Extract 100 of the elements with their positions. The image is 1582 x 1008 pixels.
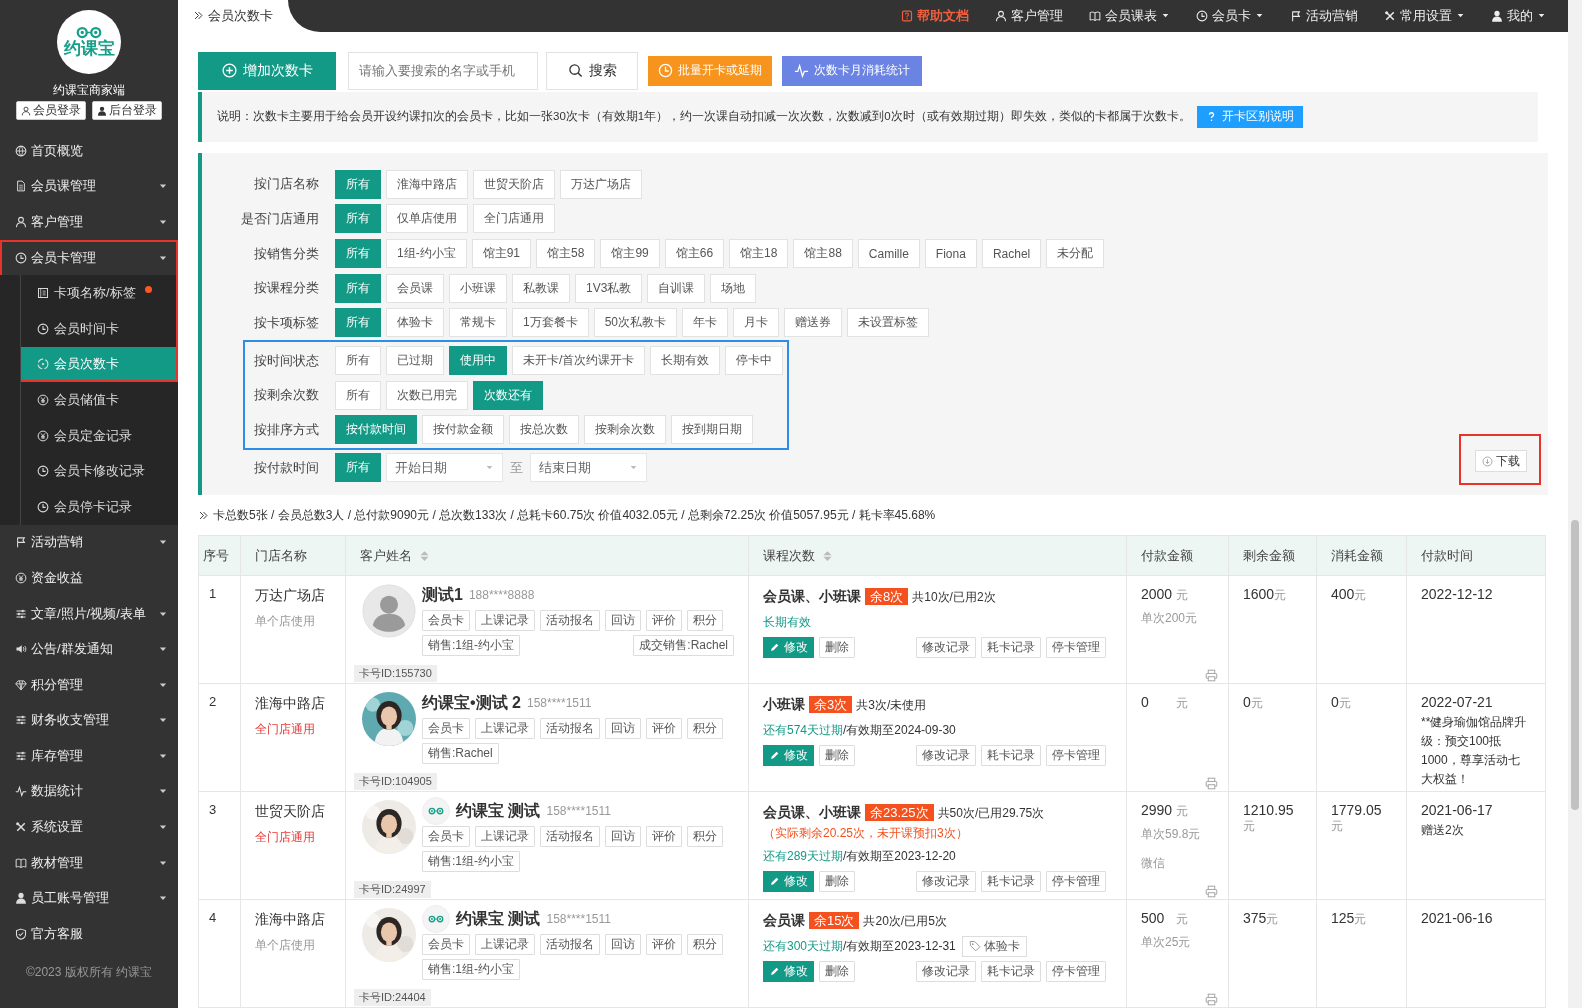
customer-action-button[interactable]: 评价 (646, 826, 682, 847)
filter-option[interactable]: 所有 (335, 239, 381, 269)
sidebar-item[interactable]: 数据统计 (0, 773, 178, 810)
customer-action-button[interactable]: 评价 (646, 610, 682, 631)
filter-option[interactable]: 按剩余次数 (584, 415, 666, 445)
sidebar-item[interactable]: 财务收支管理 (0, 702, 178, 739)
record-button[interactable]: 耗卡记录 (981, 871, 1041, 892)
filter-option[interactable]: 按付款时间 (335, 415, 417, 445)
filter-option[interactable]: 全门店通用 (473, 204, 555, 234)
filter-option[interactable]: 所有 (335, 273, 381, 303)
customer-action-button[interactable]: 上课记录 (475, 826, 535, 847)
filter-option[interactable]: Rachel (981, 239, 1042, 269)
nav-link[interactable]: 常用设置 (1384, 6, 1465, 25)
nav-link[interactable]: 客户管理 (995, 6, 1063, 25)
record-button[interactable]: 修改记录 (916, 637, 976, 658)
filter-option[interactable]: 馆主66 (664, 239, 725, 269)
edit-button[interactable]: 修改 (763, 961, 814, 982)
sidebar-item[interactable]: 员工账号管理 (0, 880, 178, 917)
customer-action-button[interactable]: 积分 (687, 718, 723, 739)
record-button[interactable]: 修改记录 (916, 961, 976, 982)
filter-option[interactable]: 按总次数 (509, 415, 579, 445)
filter-option[interactable]: 停卡中 (725, 346, 784, 376)
customer-action-button[interactable]: 活动报名 (540, 610, 600, 631)
customer-action-button[interactable]: 回访 (605, 610, 641, 631)
filter-option[interactable]: 会员课 (386, 273, 444, 303)
sidebar-item[interactable]: 教材管理 (0, 844, 178, 881)
record-button[interactable]: 停卡管理 (1046, 871, 1106, 892)
edit-button[interactable]: 修改 (763, 745, 814, 766)
filter-option[interactable]: 次数还有 (473, 380, 543, 410)
submenu-item[interactable]: 卡项名称/标签 (20, 275, 178, 311)
filter-option[interactable]: 馆主88 (793, 239, 853, 269)
record-button[interactable]: 停卡管理 (1046, 637, 1106, 658)
sidebar-item[interactable]: 会员卡管理 (0, 239, 178, 276)
filter-option[interactable]: 所有 (335, 380, 381, 410)
filter-option[interactable]: 使用中 (449, 346, 507, 376)
scrollbar[interactable] (1568, 0, 1582, 1008)
date-select[interactable]: 结束日期 (530, 453, 647, 483)
filter-option[interactable]: 常规卡 (449, 308, 507, 338)
filter-option[interactable]: 所有 (335, 308, 381, 338)
filter-option[interactable]: 所有 (335, 169, 381, 199)
customer-action-button[interactable]: 回访 (605, 826, 641, 847)
filter-option[interactable]: 淮海中路店 (386, 169, 468, 199)
login-button[interactable]: 会员登录 (16, 101, 86, 120)
filter-option[interactable]: 长期有效 (650, 346, 721, 376)
delete-button[interactable]: 删除 (819, 871, 855, 892)
submenu-item[interactable]: 会员储值卡 (20, 382, 178, 418)
record-button[interactable]: 耗卡记录 (981, 961, 1041, 982)
sidebar-item[interactable]: 系统设置 (0, 809, 178, 845)
customer-action-button[interactable]: 会员卡 (422, 934, 470, 955)
customer-action-button[interactable]: 积分 (687, 934, 723, 955)
filter-option[interactable]: 所有 (335, 204, 381, 234)
customer-action-button[interactable]: 上课记录 (475, 610, 535, 631)
filter-option[interactable]: 小班课 (449, 273, 507, 303)
filter-option[interactable]: 馆主18 (729, 239, 789, 269)
nav-link[interactable]: 活动营销 (1290, 6, 1358, 25)
submenu-item[interactable]: 会员时间卡 (20, 310, 178, 347)
filter-option[interactable]: 未设置标签 (847, 308, 930, 338)
delete-button[interactable]: 删除 (819, 745, 855, 766)
nav-link[interactable]: 我的 (1491, 6, 1546, 25)
login-button[interactable]: 后台登录 (92, 101, 162, 120)
customer-action-button[interactable]: 评价 (646, 718, 682, 739)
sidebar-item[interactable]: 首页概览 (0, 133, 178, 169)
filter-option[interactable]: 馆主91 (471, 239, 532, 269)
customer-action-button[interactable]: 上课记录 (475, 934, 535, 955)
filter-option[interactable]: 馆主99 (600, 239, 660, 269)
submenu-item[interactable]: 会员卡修改记录 (20, 453, 178, 489)
scrollbar-thumb[interactable] (1571, 520, 1579, 810)
customer-action-button[interactable]: 会员卡 (422, 610, 470, 631)
filter-option[interactable]: 未开卡/首次约课开卡 (512, 346, 646, 376)
filter-option[interactable]: 体验卡 (386, 308, 444, 338)
record-button[interactable]: 耗卡记录 (981, 637, 1041, 658)
filter-option[interactable]: 场地 (710, 273, 757, 303)
sidebar-item[interactable]: 公告/群发通知 (0, 631, 178, 667)
edit-button[interactable]: 修改 (763, 637, 814, 658)
filter-option[interactable]: 按付款金额 (422, 415, 504, 445)
filter-option[interactable]: 万达广场店 (560, 169, 642, 199)
search-button[interactable]: 搜索 (546, 51, 638, 90)
record-button[interactable]: 修改记录 (916, 745, 976, 766)
column-header[interactable]: 客户姓名 (345, 535, 749, 576)
filter-option[interactable]: 馆主58 (536, 239, 596, 269)
customer-action-button[interactable]: 活动报名 (540, 718, 600, 739)
add-card-button[interactable]: 增加次数卡 (198, 51, 336, 90)
customer-action-button[interactable]: 积分 (687, 610, 723, 631)
sidebar-item[interactable]: 官方客服 (0, 916, 178, 952)
record-button[interactable]: 修改记录 (916, 871, 976, 892)
filter-option[interactable]: 所有 (335, 453, 381, 483)
sidebar-item[interactable]: 资金收益 (0, 560, 178, 596)
filter-option[interactable]: 1万套餐卡 (512, 308, 589, 338)
filter-option[interactable]: 所有 (335, 346, 381, 376)
date-select[interactable]: 开始日期 (386, 453, 503, 483)
nav-link[interactable]: 帮助文档 (901, 6, 969, 25)
customer-action-button[interactable]: 评价 (646, 934, 682, 955)
sidebar-item[interactable]: 文章/照片/视频/表单 (0, 595, 178, 632)
filter-option[interactable]: 按到期日期 (671, 415, 753, 445)
sidebar-item[interactable]: 会员课管理 (0, 168, 178, 205)
delete-button[interactable]: 删除 (819, 637, 855, 658)
sidebar-item[interactable]: 库存管理 (0, 738, 178, 774)
filter-option[interactable]: Fiona (924, 239, 977, 269)
filter-option[interactable]: 次数已用完 (386, 380, 468, 410)
submenu-item[interactable]: 会员停卡记录 (20, 488, 178, 525)
